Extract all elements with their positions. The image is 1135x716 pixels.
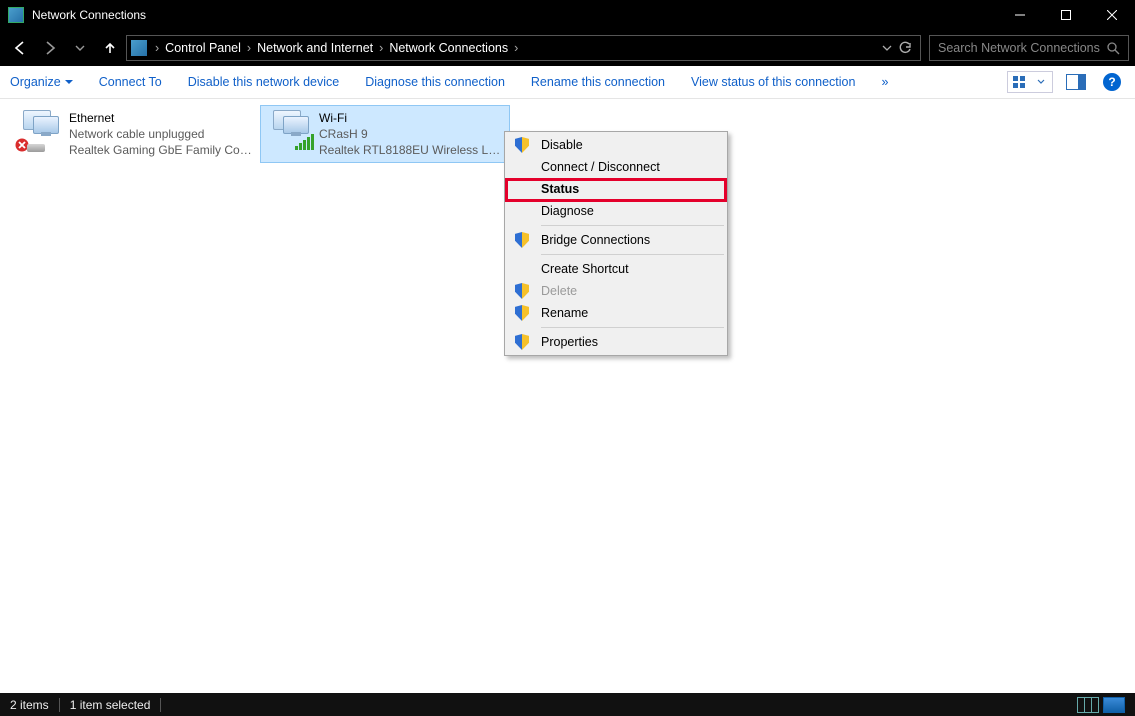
location-icon: [131, 40, 147, 56]
history-dropdown-icon[interactable]: [882, 43, 892, 53]
refresh-button[interactable]: [898, 41, 912, 55]
status-item-count: 2 items: [10, 698, 49, 712]
ctx-delete: Delete: [507, 280, 725, 302]
maximize-button[interactable]: [1043, 0, 1089, 30]
search-box[interactable]: [929, 35, 1129, 61]
status-selected-count: 1 item selected: [70, 698, 151, 712]
up-button[interactable]: [96, 34, 124, 62]
ctx-disable[interactable]: Disable: [507, 134, 725, 156]
connection-name: Ethernet: [69, 110, 253, 126]
search-input[interactable]: [938, 41, 1107, 55]
ctx-connect-disconnect[interactable]: Connect / Disconnect: [507, 156, 725, 178]
shield-icon: [513, 333, 531, 351]
shield-icon: [513, 282, 531, 300]
connection-name: Wi-Fi: [319, 110, 503, 126]
close-button[interactable]: [1089, 0, 1135, 30]
content-area: Ethernet Network cable unplugged Realtek…: [0, 99, 1135, 693]
connection-adapter: Realtek RTL8188EU Wireless LAN 8...: [319, 142, 503, 158]
preview-pane-button[interactable]: [1063, 69, 1089, 95]
app-icon: [8, 7, 24, 23]
chevron-right-icon[interactable]: ›: [377, 41, 385, 55]
breadcrumb-network-internet[interactable]: Network and Internet: [253, 41, 377, 55]
command-toolbar: Organize Connect To Disable this network…: [0, 66, 1135, 99]
ethernet-icon: [17, 110, 61, 150]
overflow-button[interactable]: »: [881, 75, 888, 89]
large-icons-view-button[interactable]: [1103, 697, 1125, 713]
ctx-rename[interactable]: Rename: [507, 302, 725, 324]
nav-bar: › Control Panel › Network and Internet ›…: [0, 30, 1135, 66]
connect-to-button[interactable]: Connect To: [99, 75, 162, 89]
recent-locations-button[interactable]: [66, 34, 94, 62]
view-options[interactable]: [1007, 71, 1053, 93]
window-titlebar: Network Connections: [0, 0, 1135, 30]
search-icon[interactable]: [1107, 42, 1120, 55]
breadcrumb-control-panel[interactable]: Control Panel: [161, 41, 245, 55]
separator: [541, 254, 724, 255]
window-title: Network Connections: [32, 8, 997, 22]
minimize-button[interactable]: [997, 0, 1043, 30]
chevron-right-icon[interactable]: ›: [512, 41, 520, 55]
context-menu: Disable Connect / Disconnect Status Diag…: [504, 131, 728, 356]
forward-button[interactable]: [36, 34, 64, 62]
chevron-right-icon[interactable]: ›: [245, 41, 253, 55]
chevron-down-icon[interactable]: [1030, 72, 1052, 92]
ctx-bridge-connections[interactable]: Bridge Connections: [507, 229, 725, 251]
ctx-status[interactable]: Status: [507, 178, 725, 200]
separator: [541, 225, 724, 226]
help-button[interactable]: ?: [1099, 69, 1125, 95]
divider: [160, 698, 161, 712]
wifi-icon: [267, 110, 311, 150]
organize-menu[interactable]: Organize: [10, 75, 73, 89]
connection-adapter: Realtek Gaming GbE Family Contr...: [69, 142, 253, 158]
breadcrumb-network-connections[interactable]: Network Connections: [385, 41, 512, 55]
chevron-right-icon[interactable]: ›: [153, 41, 161, 55]
connection-item-ethernet[interactable]: Ethernet Network cable unplugged Realtek…: [10, 105, 260, 163]
shield-icon: [513, 231, 531, 249]
ctx-properties[interactable]: Properties: [507, 331, 725, 353]
view-status-button[interactable]: View status of this connection: [691, 75, 855, 89]
details-view-button[interactable]: [1077, 697, 1099, 713]
status-bar: 2 items 1 item selected: [0, 693, 1135, 716]
ctx-create-shortcut[interactable]: Create Shortcut: [507, 258, 725, 280]
separator: [541, 327, 724, 328]
divider: [59, 698, 60, 712]
connection-item-wifi[interactable]: Wi-Fi CRasH 9 Realtek RTL8188EU Wireless…: [260, 105, 510, 163]
address-bar[interactable]: › Control Panel › Network and Internet ›…: [126, 35, 921, 61]
view-icon: [1008, 72, 1030, 92]
rename-connection-button[interactable]: Rename this connection: [531, 75, 665, 89]
back-button[interactable]: [6, 34, 34, 62]
diagnose-connection-button[interactable]: Diagnose this connection: [365, 75, 505, 89]
ctx-diagnose[interactable]: Diagnose: [507, 200, 725, 222]
shield-icon: [513, 136, 531, 154]
disable-device-button[interactable]: Disable this network device: [188, 75, 339, 89]
connection-status: Network cable unplugged: [69, 126, 253, 142]
shield-icon: [513, 304, 531, 322]
connection-ssid: CRasH 9: [319, 126, 503, 142]
